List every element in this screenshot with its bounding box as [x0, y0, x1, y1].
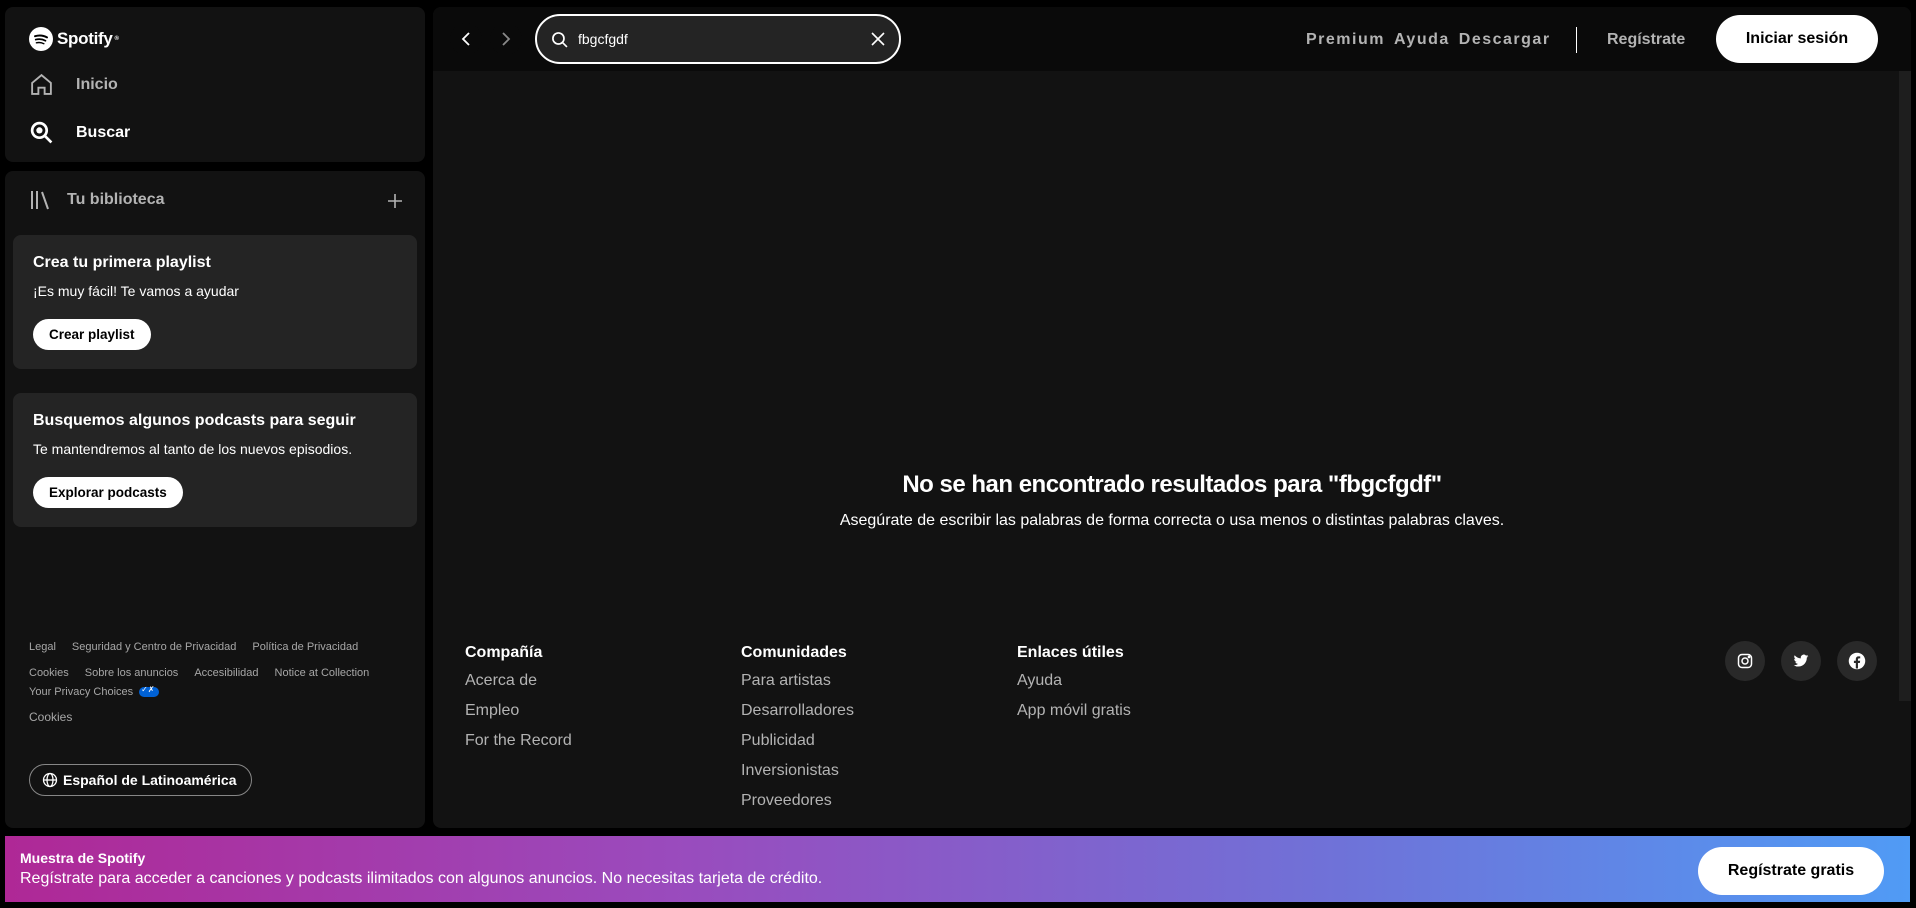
language-label: Español de Latinoamérica	[63, 772, 237, 788]
globe-icon	[42, 772, 58, 788]
nav-search-label: Buscar	[76, 123, 131, 141]
sidebar-nav: Spotify ® Inicio Buscar	[5, 7, 425, 162]
search-icon	[30, 121, 53, 144]
privacy-choices-link[interactable]: Your Privacy Choices	[29, 685, 409, 698]
no-results-subtitle: Asegúrate de escribir las palabras de fo…	[839, 512, 1505, 529]
footer-heading: Compañía	[465, 644, 543, 661]
search-icon	[552, 31, 568, 48]
signup-link[interactable]: Regístrate	[1607, 31, 1685, 49]
footer-link[interactable]: Publicidad	[741, 732, 854, 762]
help-link[interactable]: Ayuda	[1394, 31, 1450, 49]
divider	[1576, 27, 1577, 53]
no-results-title: No se han encontrado resultados para "fb…	[902, 471, 1442, 498]
footer-column-useful-links: Enlaces útiles Ayuda App móvil gratis	[1017, 644, 1131, 732]
instagram-button[interactable]	[1725, 641, 1765, 681]
footer-column-company: Compañía Acerca de Empleo For the Record	[465, 644, 572, 762]
footer-link[interactable]: Desarrolladores	[741, 702, 854, 732]
footer-link[interactable]: App móvil gratis	[1017, 702, 1131, 732]
spotify-logo-icon	[29, 27, 53, 51]
login-button[interactable]: Iniciar sesión	[1716, 15, 1878, 63]
explore-podcasts-button[interactable]: Explorar podcasts	[33, 477, 183, 508]
clear-search-button[interactable]	[871, 32, 885, 46]
card-text: ¡Es muy fácil! Te vamos a ayudar	[33, 283, 239, 299]
spotify-wordmark: Spotify	[57, 29, 113, 48]
cookies-link[interactable]: Cookies	[29, 667, 69, 679]
signup-free-button[interactable]: Regístrate gratis	[1698, 847, 1884, 895]
legal-link[interactable]: Legal	[29, 641, 56, 653]
trademark-symbol: ®	[114, 36, 119, 42]
security-privacy-link[interactable]: Seguridad y Centro de Privacidad	[72, 641, 236, 653]
library-icon	[31, 191, 49, 210]
banner-title: Muestra de Spotify	[20, 850, 146, 866]
plus-icon	[388, 194, 402, 208]
top-bar: Premium Ayuda Descargar Regístrate Inici…	[433, 7, 1911, 71]
footer-link[interactable]: Para artistas	[741, 672, 854, 702]
home-icon	[31, 73, 52, 95]
footer-column-communities: Comunidades Para artistas Desarrolladore…	[741, 644, 854, 822]
facebook-icon	[1848, 652, 1866, 670]
footer-link[interactable]: Proveedores	[741, 792, 854, 822]
privacy-choices-label: Your Privacy Choices	[29, 686, 134, 698]
twitter-icon	[1793, 654, 1809, 667]
card-title: Busquemos algunos podcasts para seguir	[33, 412, 356, 429]
premium-link[interactable]: Premium	[1306, 31, 1385, 49]
download-link[interactable]: Descargar	[1459, 31, 1551, 49]
podcasts-card: Busquemos algunos podcasts para seguir T…	[13, 393, 417, 527]
footer-link[interactable]: Empleo	[465, 702, 572, 732]
instagram-icon	[1737, 653, 1753, 669]
spotify-logo[interactable]: Spotify ®	[29, 27, 119, 51]
library-title: Tu biblioteca	[67, 191, 165, 208]
chevron-right-icon	[502, 32, 511, 46]
banner-text: Regístrate para acceder a canciones y po…	[20, 870, 823, 887]
twitter-button[interactable]	[1781, 641, 1821, 681]
nav-home[interactable]: Inicio	[29, 72, 118, 97]
card-title: Crea tu primera playlist	[33, 254, 211, 271]
library-header[interactable]: Tu biblioteca	[29, 188, 164, 212]
notice-at-collection-link[interactable]: Notice at Collection	[275, 667, 370, 679]
footer-link[interactable]: Ayuda	[1017, 672, 1131, 702]
accessibility-link[interactable]: Accesibilidad	[194, 667, 258, 679]
back-button[interactable]	[450, 23, 482, 55]
privacy-choices-icon	[139, 685, 160, 697]
cookies-settings-link[interactable]: Cookies	[29, 710, 409, 724]
legal-links: Legal Seguridad y Centro de Privacidad P…	[29, 641, 409, 724]
card-text: Te mantendremos al tanto de los nuevos e…	[33, 441, 353, 457]
language-button[interactable]: Español de Latinoamérica	[29, 764, 252, 796]
privacy-policy-link[interactable]: Política de Privacidad	[252, 641, 358, 653]
footer-heading: Comunidades	[741, 644, 847, 661]
top-links: Premium Ayuda Descargar	[1306, 31, 1551, 49]
nav-home-label: Inicio	[76, 75, 118, 93]
create-playlist-button[interactable]: Crear playlist	[33, 319, 151, 350]
create-playlist-card: Crea tu primera playlist ¡Es muy fácil! …	[13, 235, 417, 369]
create-playlist-plus-button[interactable]	[381, 187, 409, 215]
facebook-button[interactable]	[1837, 641, 1877, 681]
library-panel: Tu biblioteca Crea tu primera playlist ¡…	[5, 171, 425, 828]
footer-link[interactable]: For the Record	[465, 732, 572, 762]
forward-button[interactable]	[490, 23, 522, 55]
main-view: Premium Ayuda Descargar Regístrate Inici…	[433, 7, 1911, 828]
scrollbar[interactable]	[1899, 71, 1911, 701]
search-input[interactable]	[578, 31, 871, 47]
signup-banner[interactable]: Muestra de Spotify Regístrate para acced…	[5, 836, 1910, 902]
footer-link[interactable]: Acerca de	[465, 672, 572, 702]
nav-search[interactable]: Buscar	[29, 120, 130, 145]
footer-heading: Enlaces útiles	[1017, 644, 1124, 661]
footer-link[interactable]: Inversionistas	[741, 762, 854, 792]
search-bar	[535, 14, 901, 64]
chevron-left-icon	[461, 32, 470, 46]
about-ads-link[interactable]: Sobre los anuncios	[85, 667, 179, 679]
close-icon	[871, 32, 885, 46]
